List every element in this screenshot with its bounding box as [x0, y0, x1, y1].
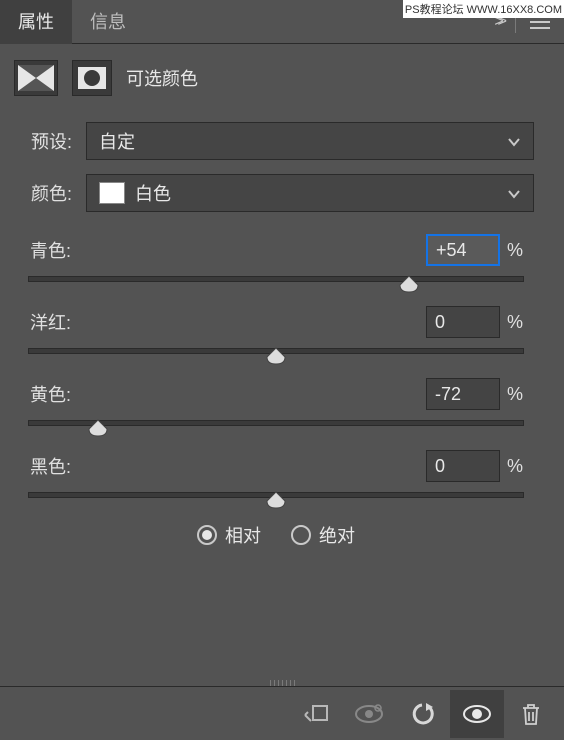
- black-input[interactable]: [426, 450, 500, 482]
- radio-relative-label: 相对: [225, 522, 261, 548]
- tab-properties[interactable]: 属性: [0, 0, 72, 44]
- selective-color-icon: [14, 60, 58, 96]
- watermark: PS教程论坛 WWW.16XX8.COM: [403, 0, 564, 18]
- percent-label: %: [500, 240, 530, 261]
- radio-icon: [197, 525, 217, 545]
- yellow-row: 黄色: %: [22, 378, 530, 410]
- panel-footer: [0, 686, 564, 740]
- percent-label: %: [500, 456, 530, 477]
- preset-value: 自定: [99, 128, 135, 154]
- cyan-input[interactable]: [426, 234, 500, 266]
- cyan-label: 青色:: [22, 237, 426, 263]
- radio-absolute[interactable]: 绝对: [291, 522, 355, 548]
- black-label: 黑色:: [22, 453, 426, 479]
- sliders: 青色: % 洋红: % 黄色: %: [22, 234, 530, 498]
- layer-mask-icon: [72, 60, 112, 96]
- yellow-thumb[interactable]: [87, 419, 109, 437]
- preset-select[interactable]: 自定: [86, 122, 534, 160]
- percent-label: %: [500, 312, 530, 333]
- magenta-row: 洋红: %: [22, 306, 530, 338]
- tab-info[interactable]: 信息: [72, 0, 144, 44]
- magenta-slider[interactable]: [28, 348, 524, 354]
- magenta-label: 洋红:: [22, 309, 426, 335]
- color-label: 颜色:: [18, 180, 72, 206]
- chevron-down-icon: [507, 183, 521, 204]
- mode-radios: 相对 绝对: [18, 522, 534, 548]
- radio-absolute-label: 绝对: [319, 522, 355, 548]
- color-row: 颜色: 白色: [18, 174, 534, 212]
- color-value: 白色: [135, 180, 171, 206]
- percent-label: %: [500, 384, 530, 405]
- magenta-thumb[interactable]: [265, 347, 287, 365]
- yellow-slider[interactable]: [28, 420, 524, 426]
- magenta-input[interactable]: [426, 306, 500, 338]
- chevron-down-icon: [507, 131, 521, 152]
- adjustment-title: 可选颜色: [126, 65, 198, 91]
- radio-icon: [291, 525, 311, 545]
- adjustment-header: 可选颜色: [0, 44, 564, 116]
- cyan-row: 青色: %: [22, 234, 530, 266]
- black-row: 黑色: %: [22, 450, 530, 482]
- toggle-visibility-button[interactable]: [450, 690, 504, 738]
- radio-relative[interactable]: 相对: [197, 522, 261, 548]
- cyan-slider[interactable]: [28, 276, 524, 282]
- clip-to-layer-button[interactable]: [288, 690, 342, 738]
- color-swatch: [99, 182, 125, 204]
- yellow-label: 黄色:: [22, 381, 426, 407]
- reset-button[interactable]: [396, 690, 450, 738]
- yellow-input[interactable]: [426, 378, 500, 410]
- panel-body: 预设: 自定 颜色: 白色 青色: % 洋红: [0, 116, 564, 548]
- black-thumb[interactable]: [265, 491, 287, 509]
- preset-label: 预设:: [18, 128, 72, 154]
- color-select[interactable]: 白色: [86, 174, 534, 212]
- view-previous-button[interactable]: [342, 690, 396, 738]
- delete-button[interactable]: [504, 690, 558, 738]
- cyan-thumb[interactable]: [398, 275, 420, 293]
- preset-row: 预设: 自定: [18, 122, 534, 160]
- black-slider[interactable]: [28, 492, 524, 498]
